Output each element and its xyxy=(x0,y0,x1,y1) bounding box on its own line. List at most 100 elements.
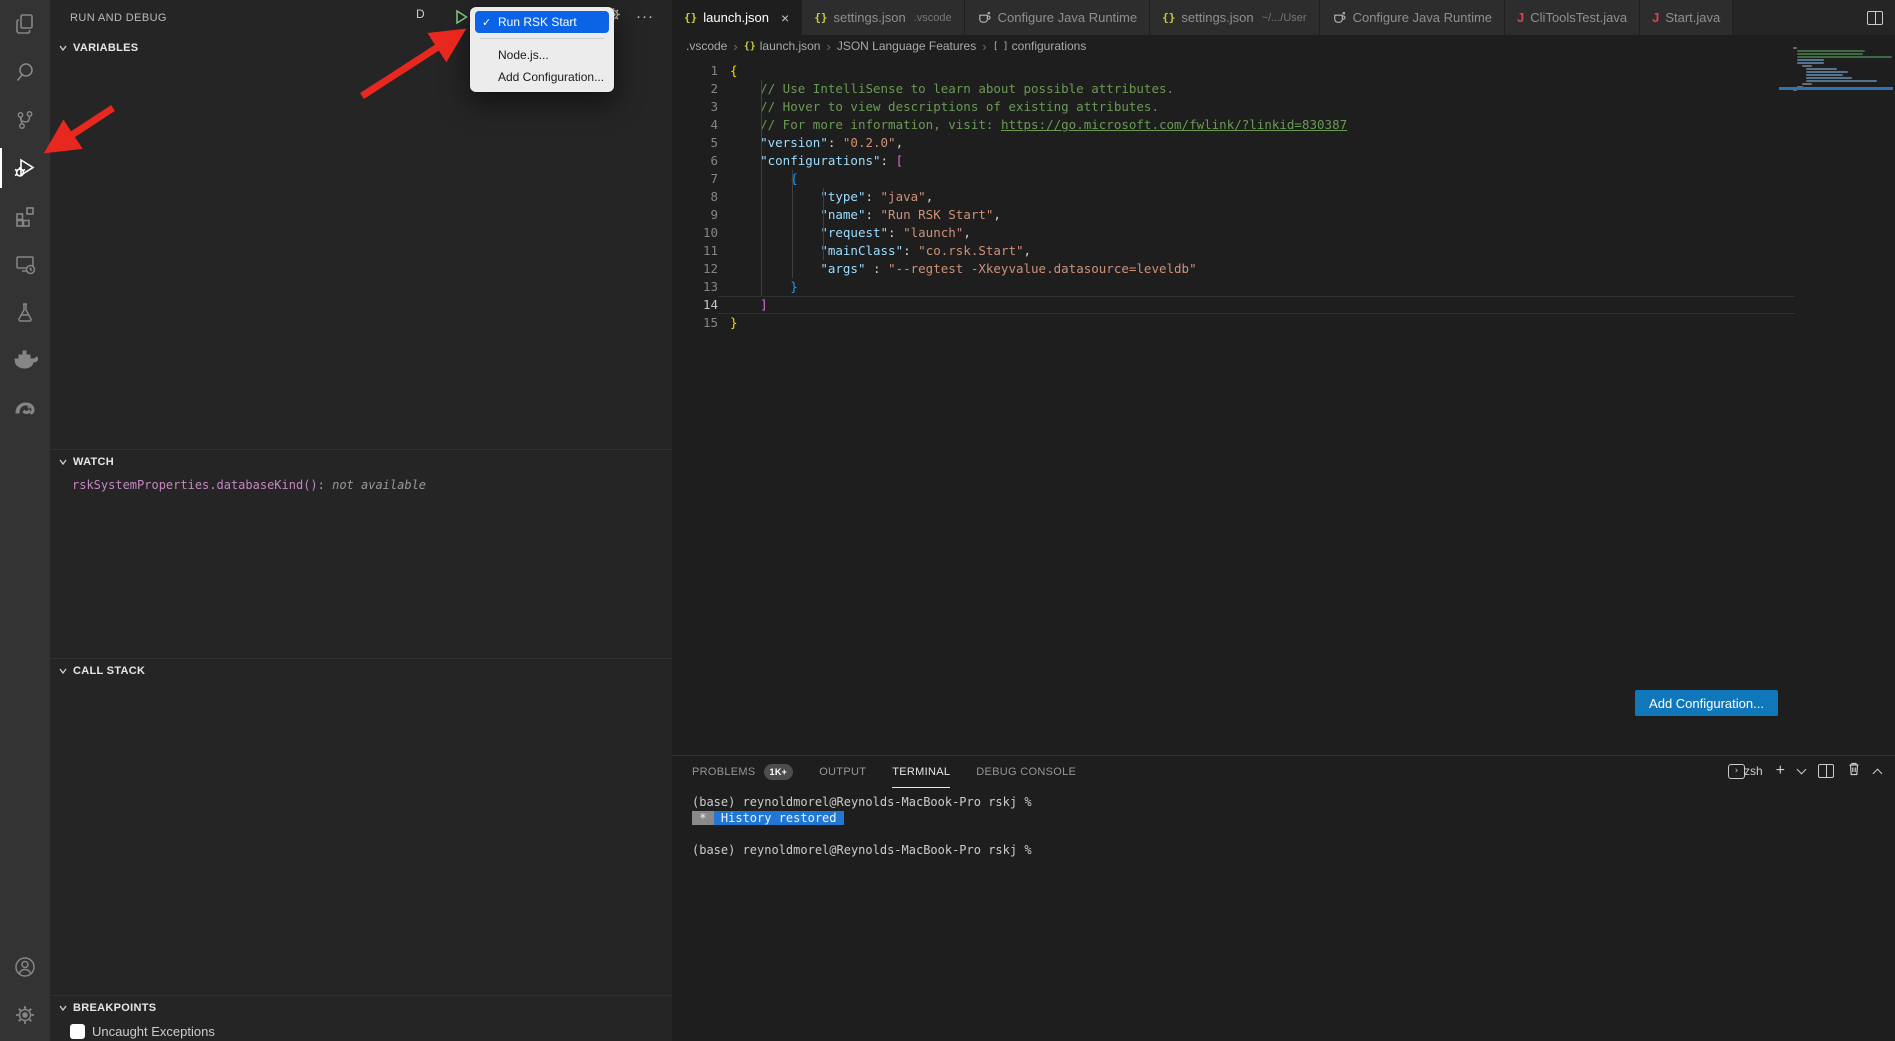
explorer-icon[interactable] xyxy=(0,0,50,48)
line-number[interactable]: 11 xyxy=(672,242,718,260)
more-actions-icon[interactable]: ··· xyxy=(636,8,654,25)
code-line-6[interactable]: 6 "configurations": [ xyxy=(672,152,1895,170)
accounts-icon[interactable] xyxy=(0,943,50,991)
minimap-line xyxy=(1797,53,1863,55)
breadcrumb-item--vscode[interactable]: .vscode xyxy=(686,39,727,53)
tab-label: settings.json xyxy=(833,10,905,25)
code-line-5[interactable]: 5 "version": "0.2.0", xyxy=(672,134,1895,152)
minimap-line xyxy=(1797,59,1823,61)
line-number[interactable]: 9 xyxy=(672,206,718,224)
line-number[interactable]: 15 xyxy=(672,314,718,332)
maximize-panel-icon[interactable] xyxy=(1873,768,1883,778)
settings-gear-icon[interactable] xyxy=(0,991,50,1039)
watch-section-header[interactable]: WATCH xyxy=(50,450,672,474)
breakpoints-section: BREAKPOINTS Uncaught Exceptions xyxy=(50,995,672,1041)
indent-guide xyxy=(823,188,824,260)
search-icon[interactable] xyxy=(0,48,50,96)
split-editor-icon[interactable] xyxy=(1867,11,1883,25)
config-select-fragment: D xyxy=(416,7,425,21)
line-number[interactable]: 4 xyxy=(672,116,718,134)
line-number[interactable]: 8 xyxy=(672,188,718,206)
line-number[interactable]: 10 xyxy=(672,224,718,242)
code-line-15[interactable]: 15} xyxy=(672,314,1895,332)
code-line-14[interactable]: 14 ] xyxy=(672,296,1895,314)
line-number[interactable]: 1 xyxy=(672,62,718,80)
line-content: { xyxy=(730,62,738,80)
code-line-3[interactable]: 3 // Hover to view descriptions of exist… xyxy=(672,98,1895,116)
line-content: "name": "Run RSK Start", xyxy=(730,206,1001,224)
split-terminal-icon[interactable] xyxy=(1818,764,1834,778)
line-number[interactable]: 14 xyxy=(672,296,718,314)
line-content: "mainClass": "co.rsk.Start", xyxy=(730,242,1031,260)
terminal-dropdown-icon[interactable] xyxy=(1797,765,1807,775)
source-control-icon[interactable] xyxy=(0,96,50,144)
editor-tab-start-java[interactable]: JStart.java xyxy=(1640,0,1733,35)
extensions-icon[interactable] xyxy=(0,192,50,240)
code-line-7[interactable]: 7 { xyxy=(672,170,1895,188)
code-line-10[interactable]: 10 "request": "launch", xyxy=(672,224,1895,242)
uncaught-exceptions-checkbox[interactable] xyxy=(70,1024,85,1039)
minimap-line xyxy=(1793,47,1797,49)
panel-tab-terminal[interactable]: TERMINAL xyxy=(892,756,950,788)
breadcrumb-item-launch-json[interactable]: {}launch.json xyxy=(744,39,821,53)
activity-bar xyxy=(0,0,50,1041)
panel-tab-problems[interactable]: PROBLEMS1K+ xyxy=(692,756,793,788)
add-configuration-button[interactable]: Add Configuration... xyxy=(1635,690,1778,716)
new-terminal-icon[interactable]: + xyxy=(1776,762,1785,780)
code-line-1[interactable]: 1{ xyxy=(672,62,1895,80)
panel-tab-output[interactable]: OUTPUT xyxy=(819,756,866,788)
code-line-2[interactable]: 2 // Use IntelliSense to learn about pos… xyxy=(672,80,1895,98)
gradle-elephant-icon[interactable] xyxy=(0,384,50,432)
line-number[interactable]: 12 xyxy=(672,260,718,278)
panel-tab-debug-console[interactable]: DEBUG CONSOLE xyxy=(976,756,1076,788)
code-line-9[interactable]: 9 "name": "Run RSK Start", xyxy=(672,206,1895,224)
code-line-12[interactable]: 12 "args" : "--regtest -Xkeyvalue.dataso… xyxy=(672,260,1895,278)
minimap-line xyxy=(1806,71,1847,73)
line-content: "args" : "--regtest -Xkeyvalue.datasourc… xyxy=(730,260,1197,278)
code-editor[interactable]: 1{2 // Use IntelliSense to learn about p… xyxy=(672,57,1895,332)
call-stack-section-header[interactable]: CALL STACK xyxy=(50,659,672,683)
line-number[interactable]: 3 xyxy=(672,98,718,116)
tab-label: Start.java xyxy=(1665,10,1720,25)
line-number[interactable]: 13 xyxy=(672,278,718,296)
code-line-13[interactable]: 13 } xyxy=(672,278,1895,296)
editor-tab-settings-json[interactable]: {}settings.json.vscode xyxy=(802,0,964,35)
minimap[interactable] xyxy=(1793,47,1893,92)
close-icon[interactable]: × xyxy=(781,10,789,26)
line-content: } xyxy=(730,314,738,332)
menu-item-run-rsk-start[interactable]: ✓ Run RSK Start xyxy=(475,11,609,33)
run-and-debug-icon[interactable] xyxy=(0,144,50,192)
terminal-content[interactable]: (base) reynoldmorel@Reynolds-MacBook-Pro… xyxy=(672,788,1895,858)
tab-label: settings.json xyxy=(1181,10,1253,25)
breadcrumb-item-json-language-features[interactable]: JSON Language Features xyxy=(837,39,976,53)
editor-tab-clitoolstest-java[interactable]: JCliToolsTest.java xyxy=(1505,0,1640,35)
editor-tab-settings-json[interactable]: {} settings.json ~/.../User xyxy=(1150,0,1319,35)
breakpoints-section-header[interactable]: BREAKPOINTS xyxy=(50,996,672,1020)
code-line-8[interactable]: 8 "type": "java", xyxy=(672,188,1895,206)
kill-terminal-icon[interactable] xyxy=(1847,761,1861,781)
remote-explorer-icon[interactable] xyxy=(0,240,50,288)
menu-item-add-configuration[interactable]: Add Configuration... xyxy=(470,66,614,88)
testing-icon[interactable] xyxy=(0,288,50,336)
editor-tab-launch-json[interactable]: {}launch.json× xyxy=(672,0,802,35)
editor-tab-configure-java-runtime[interactable]: Configure Java Runtime xyxy=(1320,0,1505,35)
line-number[interactable]: 6 xyxy=(672,152,718,170)
line-number[interactable]: 2 xyxy=(672,80,718,98)
line-content: } xyxy=(730,278,798,296)
line-number[interactable]: 5 xyxy=(672,134,718,152)
code-line-11[interactable]: 11 "mainClass": "co.rsk.Start", xyxy=(672,242,1895,260)
line-number[interactable]: 7 xyxy=(672,170,718,188)
minimap-line xyxy=(1802,65,1812,67)
terminal-shell-item[interactable]: › zsh xyxy=(1728,764,1763,779)
java-runtime-icon xyxy=(1332,10,1347,25)
menu-item-nodejs[interactable]: Node.js... xyxy=(470,44,614,66)
code-line-4[interactable]: 4 // For more information, visit: https:… xyxy=(672,116,1895,134)
breadcrumb-item-configurations[interactable]: [ ]configurations xyxy=(993,39,1087,53)
start-debugging-icon[interactable] xyxy=(454,9,469,28)
editor-tab-bar: {}launch.json×{}settings.json.vscodeConf… xyxy=(672,0,1895,35)
json-icon: {} xyxy=(1162,11,1175,24)
docker-icon[interactable] xyxy=(0,336,50,384)
editor-tab-configure-java-runtime[interactable]: Configure Java Runtime xyxy=(965,0,1150,35)
tab-path-hint: ~/.../User xyxy=(1262,12,1307,24)
watch-expression-row[interactable]: rskSystemProperties.databaseKind(): not … xyxy=(50,474,672,492)
